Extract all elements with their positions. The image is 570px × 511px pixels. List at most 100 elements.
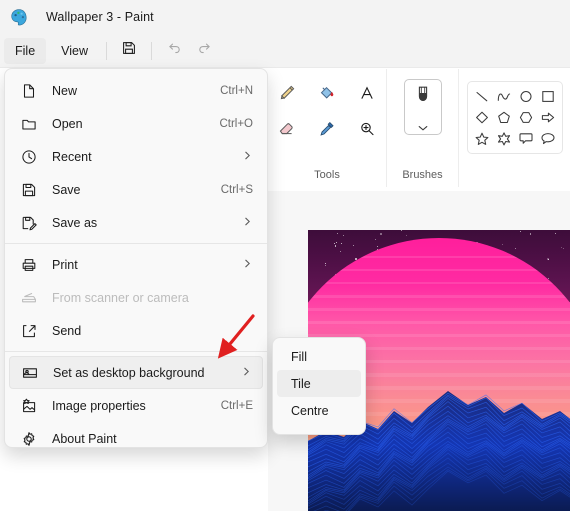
menu-item-about-paint[interactable]: About Paint — [9, 422, 263, 455]
menu-item-open[interactable]: Open Ctrl+O — [9, 107, 263, 140]
six-point-star-shape[interactable] — [494, 129, 514, 148]
oval-shape[interactable] — [516, 87, 536, 106]
right-arrow-shape[interactable] — [538, 108, 558, 127]
brush-icon — [412, 84, 434, 115]
menu-item-new[interactable]: New Ctrl+N — [9, 74, 263, 107]
magnifier-tool[interactable] — [350, 113, 384, 145]
undo-arrow-icon — [166, 40, 183, 62]
menu-item-set-as-desktop-background[interactable]: Set as desktop background — [9, 356, 263, 389]
clock-icon — [18, 147, 40, 167]
curve-shape[interactable] — [494, 87, 514, 106]
menu-item-from-scanner-or-camera: From scanner or camera — [9, 281, 263, 314]
oval-callout-shape[interactable] — [538, 129, 558, 148]
view-menu-button[interactable]: View — [50, 38, 99, 64]
star — [520, 230, 522, 232]
toolbar-divider-2 — [151, 41, 153, 60]
star — [555, 233, 557, 235]
menu-separator — [5, 351, 267, 352]
submenu-item-tile[interactable]: Tile — [277, 370, 361, 397]
menu-item-save-as[interactable]: Save as — [9, 206, 263, 239]
star — [352, 244, 354, 246]
sun-band — [308, 282, 570, 285]
star — [406, 234, 408, 236]
chevron-right-icon — [241, 366, 252, 380]
sun-band — [308, 308, 570, 311]
save-button[interactable] — [114, 38, 144, 64]
chevron-right-icon — [242, 150, 253, 164]
chevron-right-icon — [242, 216, 253, 230]
rectangle-shape[interactable] — [538, 87, 558, 106]
shapes-grid — [466, 81, 563, 154]
star — [340, 250, 342, 253]
file-dropdown-menu[interactable]: New Ctrl+N Open Ctrl+O Recent Save Ctrl+S Save … — [4, 68, 268, 448]
fill-tool[interactable] — [310, 77, 344, 109]
undo-button[interactable] — [159, 38, 189, 64]
submenu-item-centre[interactable]: Centre — [277, 397, 361, 424]
star — [336, 232, 338, 234]
star — [560, 247, 562, 249]
desktop-background-icon — [19, 363, 41, 383]
menu-item-send[interactable]: Send — [9, 314, 263, 347]
chevron-down-icon[interactable] — [417, 119, 429, 137]
star — [336, 241, 338, 243]
shapes-group — [458, 69, 570, 187]
menu-item-recent[interactable]: Recent — [9, 140, 263, 173]
sun-band — [308, 269, 570, 272]
redo-button[interactable] — [189, 38, 219, 64]
star — [548, 259, 550, 261]
text-tool[interactable] — [350, 77, 384, 109]
menu-item-label: Save — [52, 182, 81, 197]
star — [324, 264, 327, 266]
sun-band — [308, 295, 570, 298]
desktop-background-submenu[interactable]: Fill Tile Centre — [272, 337, 366, 435]
diamond-shape[interactable] — [472, 108, 492, 127]
save-as-icon — [18, 213, 40, 233]
hexagon-shape[interactable] — [516, 108, 536, 127]
five-point-star-shape[interactable] — [472, 129, 492, 148]
tools-group-label: Tools — [314, 169, 340, 181]
sun-band — [308, 321, 570, 324]
star — [377, 246, 379, 248]
line-shape[interactable] — [472, 87, 492, 106]
star — [325, 262, 327, 264]
star — [562, 247, 565, 249]
brushes-button[interactable] — [403, 79, 442, 137]
star — [400, 230, 402, 232]
gear-icon — [18, 429, 40, 449]
tools-group: Tools — [268, 69, 386, 187]
menu-item-label: New — [52, 83, 78, 98]
share-send-icon — [18, 321, 40, 341]
menu-item-print[interactable]: Print — [9, 248, 263, 281]
submenu-item-fill[interactable]: Fill — [277, 343, 361, 370]
menu-item-save[interactable]: Save Ctrl+S — [9, 173, 263, 206]
paint-palette-icon — [10, 8, 28, 26]
menu-item-shortcut: Ctrl+S — [220, 183, 253, 196]
menu-item-label: About Paint — [52, 431, 117, 446]
redo-arrow-icon — [196, 40, 213, 62]
menu-item-label: Send — [52, 323, 82, 338]
star — [374, 238, 376, 240]
paint-window: Wallpaper 3 - Paint File View Tools Brus… — [0, 0, 570, 511]
chevron-right-icon — [242, 258, 253, 272]
tools-grid — [267, 75, 387, 147]
scanner-icon — [18, 288, 40, 308]
save-floppy-icon — [121, 40, 137, 61]
star — [530, 233, 532, 235]
menu-item-image-properties[interactable]: Image properties Ctrl+E — [9, 389, 263, 422]
star — [502, 243, 504, 245]
file-menu-button[interactable]: File — [4, 37, 47, 64]
star — [515, 248, 517, 250]
star — [334, 245, 337, 247]
pentagon-shape[interactable] — [494, 108, 514, 127]
pencil-tool[interactable] — [270, 77, 304, 109]
printer-icon — [18, 255, 40, 275]
eraser-tool[interactable] — [270, 113, 304, 145]
color-picker-tool[interactable] — [310, 113, 344, 145]
star — [334, 242, 336, 244]
toolbar-divider-1 — [106, 41, 108, 60]
menu-item-label: Save as — [52, 215, 98, 230]
title-bar: Wallpaper 3 - Paint — [0, 0, 570, 34]
menu-item-shortcut: Ctrl+N — [220, 84, 253, 97]
rectangular-callout-shape[interactable] — [516, 129, 536, 148]
menu-item-label: Open — [52, 116, 83, 131]
